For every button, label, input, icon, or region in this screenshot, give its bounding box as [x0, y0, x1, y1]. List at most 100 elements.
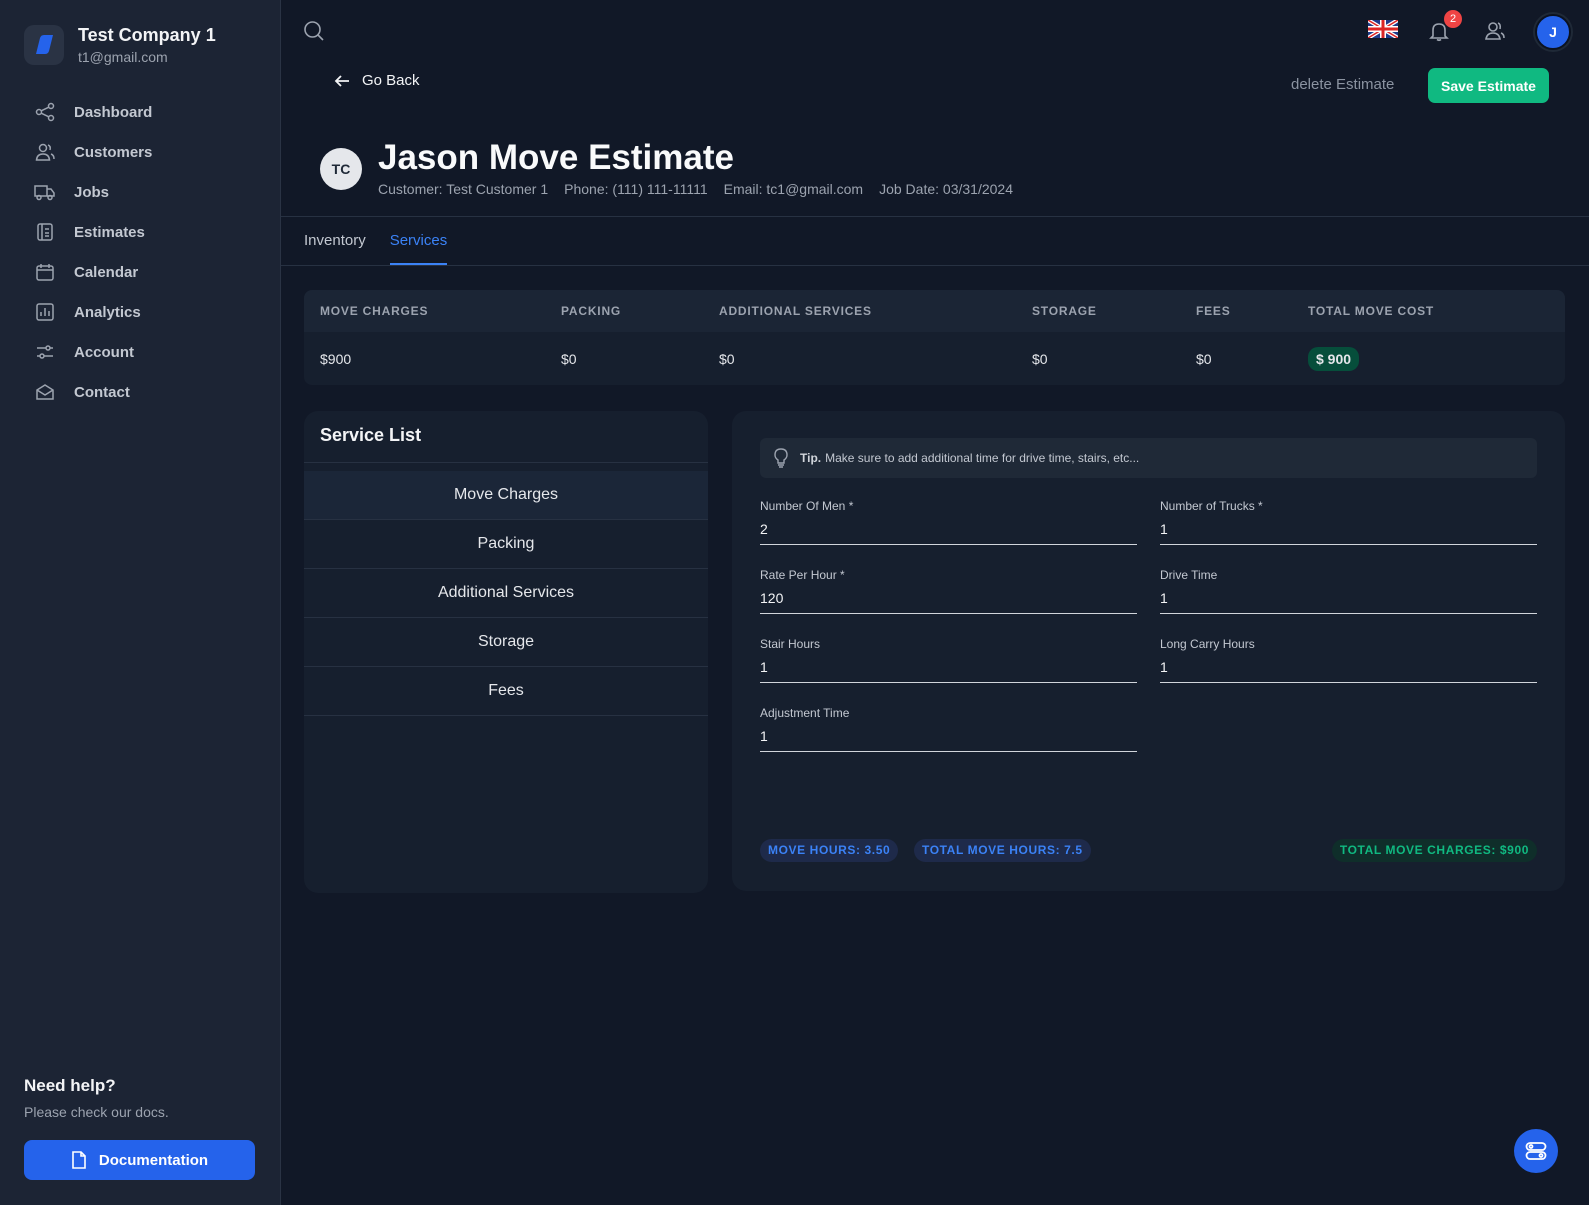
sidebar-item-label: Analytics	[74, 303, 141, 321]
truck-icon	[32, 182, 58, 202]
documentation-button[interactable]: Documentation	[24, 1140, 255, 1180]
required-marker: *	[1258, 499, 1263, 513]
sidebar-item-label: Customers	[74, 143, 153, 161]
customer-phone: Phone: (111) 111-11111	[564, 181, 708, 197]
job-date: Job Date: 03/31/2024	[879, 181, 1013, 197]
sidebar: Test Company 1 t1@gmail.com Dashboard Cu…	[0, 0, 281, 1205]
tip-text: Make sure to add additional time for dri…	[825, 451, 1140, 465]
sidebar-item-dashboard[interactable]: Dashboard	[24, 92, 257, 132]
sidebar-item-label: Estimates	[74, 223, 145, 241]
field-label-text: Number of Trucks	[1160, 499, 1255, 513]
sidebar-item-calendar[interactable]: Calendar	[24, 252, 257, 292]
customer-avatar: TC	[320, 148, 362, 190]
settings-fab-button[interactable]	[1514, 1129, 1558, 1173]
sidebar-item-label: Jobs	[74, 183, 110, 201]
lightbulb-icon	[774, 448, 788, 468]
total-move-charges-badge: TOTAL MOVE CHARGES: $900	[1331, 839, 1537, 862]
rate-per-hour-input[interactable]	[760, 582, 1137, 614]
go-back-label: Go Back	[362, 72, 420, 89]
file-icon	[72, 1151, 86, 1169]
sidebar-item-account[interactable]: Account	[24, 332, 257, 372]
table-cell: $0	[1196, 351, 1212, 367]
divider	[281, 216, 1589, 217]
chart-icon	[32, 302, 58, 322]
search-icon[interactable]	[303, 20, 325, 47]
sidebar-item-analytics[interactable]: Analytics	[24, 292, 257, 332]
go-back-button[interactable]: Go Back	[334, 72, 420, 89]
field-label: Adjustment Time	[760, 706, 1137, 720]
company-name: Test Company 1	[78, 25, 216, 45]
number-of-men-field: Number Of Men *	[760, 499, 1137, 545]
drive-time-input[interactable]	[1160, 582, 1537, 614]
tab-services[interactable]: Services	[389, 222, 448, 265]
move-charges-form: Tip. Make sure to add additional time fo…	[732, 411, 1565, 891]
table-cell: $0	[719, 351, 735, 367]
document-icon	[32, 222, 58, 242]
stair-hours-input[interactable]	[760, 651, 1137, 683]
sidebar-item-label: Calendar	[74, 263, 139, 281]
service-item-packing[interactable]: Packing	[304, 520, 708, 569]
calendar-icon	[32, 262, 58, 282]
share-icon	[32, 102, 58, 122]
customer-name: Customer: Test Customer 1	[378, 181, 549, 197]
long-carry-hours-input[interactable]	[1160, 651, 1537, 683]
tab-inventory[interactable]: Inventory	[304, 222, 366, 265]
field-label-text: Stair Hours	[760, 637, 821, 651]
mail-icon	[32, 382, 58, 402]
table-cell: $0	[561, 351, 577, 367]
sidebar-item-contact[interactable]: Contact	[24, 372, 257, 412]
table-header: MOVE CHARGES PACKING ADDITIONAL SERVICES…	[304, 290, 1565, 332]
rate-per-hour-field: Rate Per Hour *	[760, 568, 1137, 614]
field-label: Long Carry Hours	[1160, 637, 1537, 651]
column-header: FEES	[1196, 304, 1231, 318]
team-icon[interactable]	[1484, 20, 1506, 47]
sidebar-item-estimates[interactable]: Estimates	[24, 212, 257, 252]
tabs: Inventory Services	[304, 222, 471, 265]
service-list-panel: Service List Move Charges Packing Additi…	[304, 411, 708, 893]
toggle-settings-icon	[1525, 1142, 1547, 1160]
required-marker: *	[848, 499, 854, 513]
sidebar-item-jobs[interactable]: Jobs	[24, 172, 257, 212]
column-header: PACKING	[561, 304, 622, 318]
number-of-men-input[interactable]	[760, 513, 1137, 545]
column-header: ADDITIONAL SERVICES	[719, 304, 872, 318]
tip-banner: Tip. Make sure to add additional time fo…	[760, 438, 1537, 478]
adjustment-time-input[interactable]	[760, 720, 1137, 752]
field-label: Drive Time	[1160, 568, 1537, 582]
estimate-meta: Customer: Test Customer 1 Phone: (111) 1…	[378, 181, 1029, 197]
field-label-text: Adjustment Time	[760, 706, 850, 720]
user-avatar[interactable]: J	[1535, 14, 1571, 50]
customer-email: Email: tc1@gmail.com	[723, 181, 864, 197]
total-move-hours-badge: TOTAL MOVE HOURS: 7.5	[914, 839, 1091, 862]
stair-hours-field: Stair Hours	[760, 637, 1137, 683]
column-header: STORAGE	[1032, 304, 1097, 318]
sidebar-item-label: Dashboard	[74, 103, 153, 121]
service-list: Move Charges Packing Additional Services…	[304, 471, 708, 716]
field-label: Stair Hours	[760, 637, 1137, 651]
save-estimate-button[interactable]: Save Estimate	[1428, 68, 1549, 103]
sidebar-item-customers[interactable]: Customers	[24, 132, 257, 172]
field-label: Number of Trucks *	[1160, 499, 1537, 513]
service-item-move-charges[interactable]: Move Charges	[304, 471, 708, 520]
sliders-icon	[32, 342, 58, 362]
divider	[281, 265, 1589, 266]
cost-summary-table: MOVE CHARGES PACKING ADDITIONAL SERVICES…	[304, 290, 1565, 385]
arrow-left-icon	[334, 74, 349, 87]
number-of-trucks-field: Number of Trucks *	[1160, 499, 1537, 545]
service-item-storage[interactable]: Storage	[304, 618, 708, 667]
service-item-additional-services[interactable]: Additional Services	[304, 569, 708, 618]
field-label: Rate Per Hour *	[760, 568, 1137, 582]
sidebar-nav: Dashboard Customers Jobs Estimates Calen…	[24, 92, 257, 412]
brand[interactable]: Test Company 1 t1@gmail.com	[24, 24, 216, 66]
field-label-text: Number Of Men	[760, 499, 846, 513]
uk-flag-icon[interactable]	[1366, 18, 1400, 40]
drive-time-field: Drive Time	[1160, 568, 1537, 614]
adjustment-time-field: Adjustment Time	[760, 706, 1137, 752]
service-item-fees[interactable]: Fees	[304, 667, 708, 716]
notification-badge: 2	[1444, 10, 1462, 28]
documentation-label: Documentation	[98, 1151, 209, 1169]
move-hours-badge: MOVE HOURS: 3.50	[760, 839, 899, 862]
field-label-text: Long Carry Hours	[1160, 637, 1255, 651]
delete-estimate-button[interactable]: delete Estimate	[1291, 76, 1394, 93]
number-of-trucks-input[interactable]	[1160, 513, 1537, 545]
